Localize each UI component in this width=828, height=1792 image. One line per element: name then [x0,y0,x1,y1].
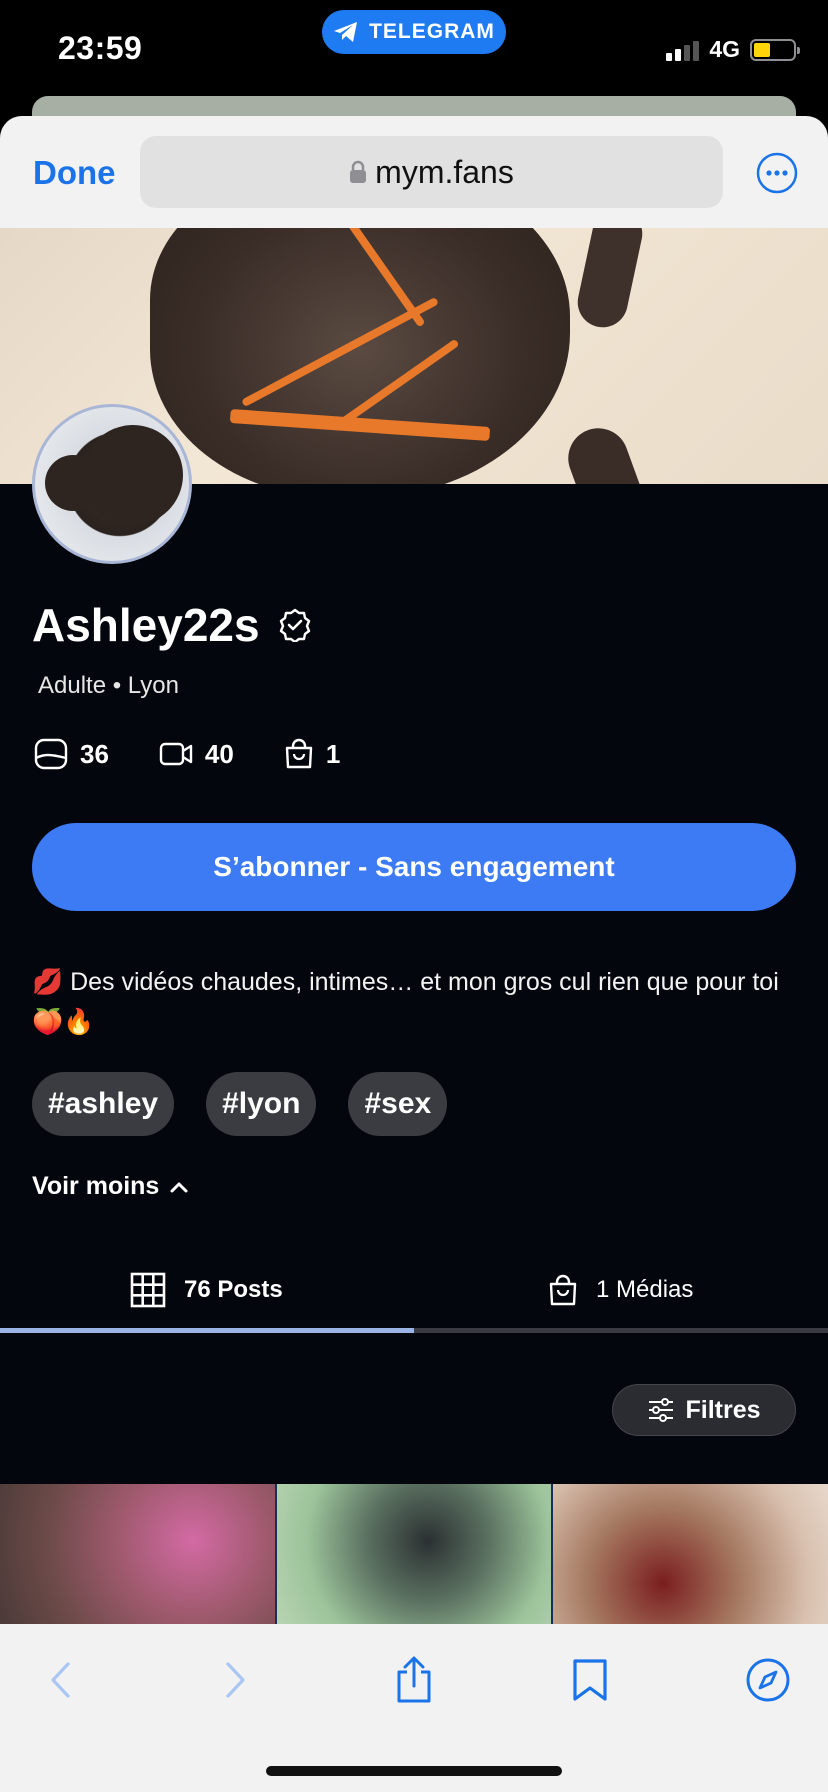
profile-name-row: Ashley22s [32,598,312,652]
stat-photos-value: 36 [80,738,109,769]
url-field[interactable]: mym.fans [140,136,723,208]
url-text: mym.fans [375,153,514,190]
share-icon[interactable] [386,1652,442,1708]
tab-posts-label: 76 Posts [184,1276,283,1303]
profile-stats: 36 40 1 [34,738,340,770]
post-thumbnail[interactable] [0,1484,275,1626]
tag-list: #ashley #lyon #sex [32,1072,448,1136]
status-time: 23:59 [58,30,143,66]
profile-page [0,484,828,1624]
bag-icon [549,1274,577,1306]
signal-icon [666,39,700,61]
tag-lyon[interactable]: #lyon [206,1072,317,1136]
status-indicators: 4G [666,36,800,63]
profile-name: Ashley22s [32,599,260,651]
filters-label: Filtres [685,1395,761,1424]
tab-medias[interactable]: 1 Médias [548,1248,693,1332]
telegram-icon [334,22,358,42]
subscribe-label: S’abonner - Sans engagement [213,851,615,882]
status-bar: 23:59 TELEGRAM 4G [0,0,828,100]
video-icon [159,742,193,766]
back-to-telegram-button[interactable]: TELEGRAM [322,10,506,54]
chevron-up-icon [170,1182,188,1192]
stat-products-value: 1 [325,738,341,769]
more-options-icon[interactable] [756,152,798,194]
tag-sex[interactable]: #sex [348,1072,448,1136]
stat-videos: 40 [159,738,234,770]
avatar[interactable] [32,404,192,564]
bag-icon [285,738,313,769]
profile-bio: 💋 Des vidéos chaudes, intimes… et mon gr… [32,968,779,1036]
photo-icon [34,738,68,770]
posts-grid [0,1484,828,1626]
browser-top-bar: Done mym.fans [0,116,828,228]
browser-bottom-toolbar [0,1624,828,1792]
show-less-label: Voir moins [32,1172,160,1200]
back-app-label: TELEGRAM [369,20,495,43]
grid-icon [130,1272,166,1308]
post-thumbnail[interactable] [553,1484,828,1626]
back-icon[interactable] [32,1652,88,1708]
battery-icon [750,38,800,61]
stat-photos: 36 [34,738,109,770]
show-less-toggle[interactable]: Voir moins [32,1172,189,1201]
content-tabs: 76 Posts 1 Médias [0,1248,828,1332]
tab-indicator [0,1328,828,1333]
compass-icon[interactable] [740,1652,796,1708]
bookmarks-icon[interactable] [562,1652,618,1708]
stat-videos-value: 40 [204,738,234,769]
verified-badge-icon [279,608,310,642]
done-button[interactable]: Done [33,154,116,192]
filters-button[interactable]: Filtres [612,1384,796,1436]
stat-products: 1 [284,738,340,770]
subscribe-button[interactable]: S’abonner - Sans engagement [32,823,796,911]
tag-ashley[interactable]: #ashley [32,1072,175,1136]
lock-icon [350,160,367,183]
forward-icon[interactable] [208,1652,264,1708]
post-thumbnail[interactable] [276,1484,552,1626]
tab-medias-label: 1 Médias [596,1276,694,1303]
tab-posts[interactable]: 76 Posts [130,1248,283,1332]
filter-sliders-icon [649,1398,674,1422]
profile-subtitle: Adulte • Lyon [38,672,179,699]
home-indicator [266,1766,562,1776]
network-type: 4G [709,36,740,62]
